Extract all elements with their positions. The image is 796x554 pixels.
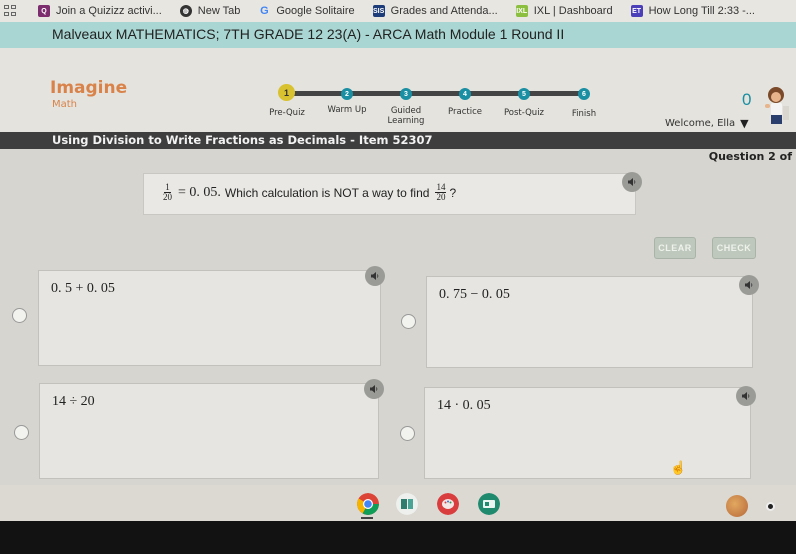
- choice-c-radio[interactable]: [14, 425, 29, 440]
- bookmark-label: Grades and Attenda...: [390, 5, 498, 17]
- step-number: 4: [459, 88, 471, 100]
- item-title-bar: Using Division to Write Fractions as Dec…: [0, 132, 796, 149]
- bookmark-google-solitaire[interactable]: G Google Solitaire: [258, 5, 355, 17]
- prompt-text: 1 20 = 0. 05. Which calculation is NOT a…: [160, 183, 456, 202]
- choice-d-radio[interactable]: [400, 426, 415, 441]
- question-mark: ?: [449, 185, 457, 200]
- fraction-fourteen-twentieths: 14 20: [435, 183, 447, 202]
- google-icon: G: [260, 5, 269, 17]
- hand-cursor-icon: ☝: [670, 460, 687, 475]
- active-app-indicator: [361, 517, 373, 519]
- choice-expression: 14 · 0. 05: [437, 398, 491, 413]
- step-label: Pre-Quiz: [269, 108, 305, 118]
- choice-audio-button[interactable]: [364, 379, 384, 399]
- clear-button[interactable]: CLEAR: [654, 237, 696, 259]
- caret-down-icon: ▼: [740, 117, 749, 130]
- bookmark-label: Google Solitaire: [276, 5, 355, 17]
- step-number: 3: [400, 88, 412, 100]
- logo-imagine: Imagine: [50, 78, 128, 98]
- paint-icon[interactable]: [437, 493, 459, 515]
- avatar: [765, 87, 789, 124]
- check-button[interactable]: CHECK: [712, 237, 756, 259]
- step-number: 1: [278, 84, 295, 101]
- bookmark-how-long-till[interactable]: ET How Long Till 2:33 -...: [630, 5, 755, 17]
- sis-icon: SIS: [372, 5, 385, 17]
- question-counter: Question 2 of: [706, 149, 794, 164]
- choice-audio-button[interactable]: [739, 275, 759, 295]
- progress-track: [285, 91, 585, 96]
- timer-icon: ET: [630, 5, 643, 17]
- step-label: Practice: [448, 107, 482, 117]
- answer-choice-c[interactable]: 14 ÷ 20: [39, 379, 384, 479]
- screen-bezel: [0, 521, 796, 554]
- chrome-icon[interactable]: [357, 493, 379, 515]
- step-label: Guided Learning: [387, 106, 425, 126]
- choice-audio-button[interactable]: [365, 266, 385, 286]
- prompt-audio-button[interactable]: [622, 172, 642, 192]
- fraction-denominator: 20: [436, 192, 446, 202]
- welcome-text: Welcome, Ella: [665, 118, 736, 129]
- globe-icon: ◍: [179, 5, 192, 17]
- speaker-icon: [745, 281, 753, 289]
- choice-a-radio[interactable]: [12, 308, 27, 323]
- ixl-icon: IXL: [515, 5, 528, 17]
- apps-grid-icon[interactable]: [4, 5, 18, 17]
- bookmark-label: Join a Quizizz activi...: [56, 5, 162, 17]
- step-number: 2: [341, 88, 353, 100]
- answer-choice-d[interactable]: 14 · 0. 05: [424, 386, 756, 479]
- choice-expression: 14 ÷ 20: [52, 394, 95, 409]
- choice-expression: 0. 75 − 0. 05: [439, 287, 510, 302]
- answer-choice-b[interactable]: 0. 75 − 0. 05: [426, 275, 759, 368]
- course-title-bar: Malveaux MATHEMATICS; 7TH GRADE 12 23(A)…: [0, 22, 796, 48]
- account-avatar[interactable]: [726, 495, 748, 517]
- question-prompt: 1 20 = 0. 05. Which calculation is NOT a…: [143, 172, 642, 215]
- step-label: Finish: [571, 109, 597, 119]
- step-label: Post-Quiz: [503, 108, 545, 118]
- forms-icon[interactable]: [396, 493, 418, 515]
- bookmark-quizizz[interactable]: Q Join a Quizizz activi...: [38, 5, 162, 17]
- lesson-header: Imagine Math 1 Pre-Quiz 2 Warm Up 3 Guid…: [0, 48, 796, 132]
- status-tray-icon[interactable]: [766, 502, 775, 511]
- bookmark-label: How Long Till 2:33 -...: [648, 5, 755, 17]
- speaker-icon: [628, 178, 636, 186]
- classroom-icon[interactable]: [478, 493, 500, 515]
- step-label: Warm Up: [327, 105, 367, 115]
- bookmark-label: New Tab: [197, 5, 241, 17]
- choice-b-radio[interactable]: [401, 314, 416, 329]
- speaker-icon: [370, 385, 378, 393]
- bookmark-label: IXL | Dashboard: [533, 5, 613, 17]
- step-number: 5: [518, 88, 530, 100]
- score-counter: 0: [742, 90, 752, 109]
- course-title: Malveaux MATHEMATICS; 7TH GRADE 12 23(A)…: [52, 26, 565, 42]
- user-menu[interactable]: Welcome, Ella ▼: [665, 117, 749, 130]
- answer-choice-a[interactable]: 0. 5 + 0. 05: [38, 266, 385, 366]
- bookmark-ixl[interactable]: IXL IXL | Dashboard: [515, 5, 613, 17]
- bookmark-new-tab[interactable]: ◍ New Tab: [179, 5, 241, 17]
- item-title: Using Division to Write Fractions as Dec…: [52, 133, 433, 147]
- bookmark-grades[interactable]: SIS Grades and Attenda...: [372, 5, 498, 17]
- logo-math: Math: [52, 99, 78, 110]
- quizizz-icon: Q: [38, 5, 50, 17]
- fraction-one-twentieth: 1 20: [163, 183, 172, 202]
- fraction-denominator: 20: [163, 192, 172, 202]
- speaker-icon: [742, 392, 750, 400]
- choice-expression: 0. 5 + 0. 05: [51, 281, 115, 296]
- equation-value: = 0. 05.: [178, 184, 221, 200]
- speaker-icon: [371, 272, 379, 280]
- step-number: 6: [578, 88, 590, 100]
- bookmarks-bar: Q Join a Quizizz activi... ◍ New Tab G G…: [0, 0, 796, 22]
- choice-audio-button[interactable]: [736, 386, 756, 406]
- question-text: Which calculation is NOT a way to find: [224, 185, 430, 200]
